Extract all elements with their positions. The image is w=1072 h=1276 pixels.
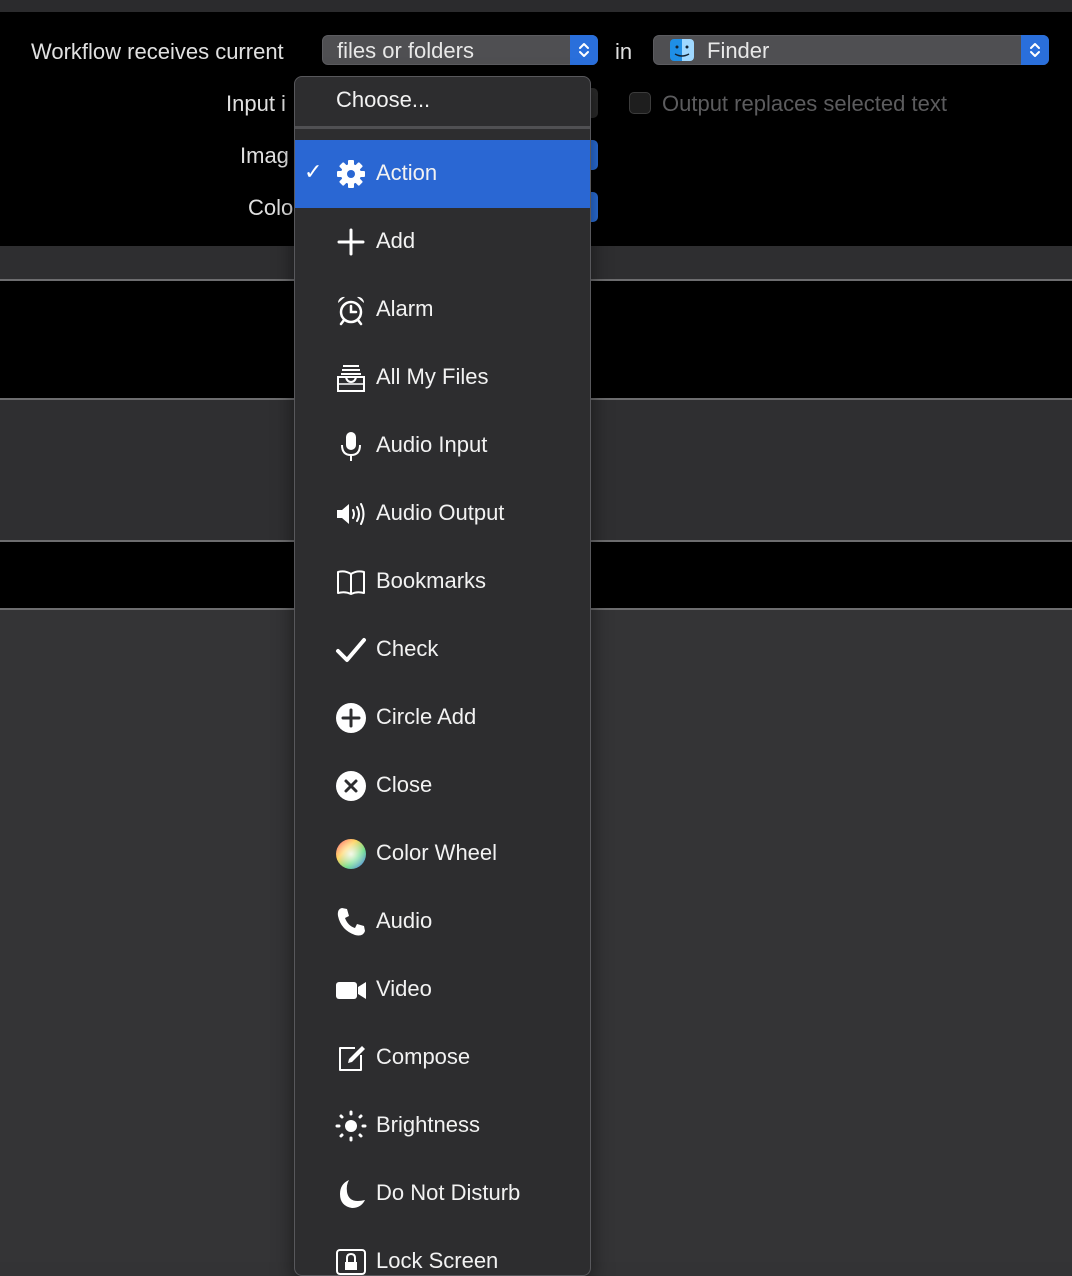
- menu-item-label: Bookmarks: [376, 568, 487, 593]
- menu-item-brightness[interactable]: Brightness: [295, 1092, 590, 1160]
- input-type-popup[interactable]: files or folders: [322, 35, 598, 65]
- menu-item-label: Color Wheel: [376, 840, 498, 865]
- sun-icon: [335, 1110, 367, 1142]
- application-popup[interactable]: Finder: [653, 35, 1049, 65]
- speaker-icon: [335, 498, 367, 530]
- menu-item-label: Audio: [376, 908, 433, 933]
- menu-item-label: Brightness: [376, 1112, 480, 1137]
- menu-item-color-wheel[interactable]: Color Wheel: [295, 820, 590, 888]
- menu-separator: [295, 126, 590, 129]
- menu-item-add[interactable]: Add: [295, 208, 590, 276]
- icon-picker-menu: Choose... ✓ Action Add Alarm All My File…: [294, 76, 591, 1276]
- input-is-label: Input i: [226, 91, 286, 116]
- finder-icon: [670, 39, 694, 61]
- menu-item-label: Alarm: [376, 296, 434, 321]
- menu-item-label: Compose: [376, 1044, 471, 1069]
- input-type-value: files or folders: [337, 38, 474, 63]
- menu-item-action[interactable]: ✓ Action: [295, 140, 590, 208]
- menu-item-audio-input[interactable]: Audio Input: [295, 412, 590, 480]
- workflow-receives-label: Workflow receives current: [31, 39, 284, 64]
- alarm-clock-icon: [335, 294, 367, 326]
- menu-item-close[interactable]: Close: [295, 752, 590, 820]
- menu-item-label: Add: [376, 228, 416, 253]
- open-book-icon: [335, 566, 367, 598]
- menu-item-bookmarks[interactable]: Bookmarks: [295, 548, 590, 616]
- lock-icon: [335, 1246, 367, 1275]
- gear-icon: [335, 158, 367, 190]
- menu-item-label: Lock Screen: [376, 1248, 499, 1273]
- microphone-icon: [335, 430, 367, 462]
- up-down-chevron-icon: [1021, 35, 1049, 65]
- color-wheel-icon: [335, 838, 367, 870]
- up-down-chevron-icon: [570, 35, 598, 65]
- menu-item-circle-add[interactable]: Circle Add: [295, 684, 590, 752]
- image-popup-edge[interactable]: [590, 140, 598, 170]
- plus-icon: [335, 226, 367, 258]
- output-replaces-checkbox[interactable]: [629, 92, 651, 114]
- menu-item-alarm[interactable]: Alarm: [295, 276, 590, 344]
- circle-plus-icon: [335, 702, 367, 734]
- menu-item-check[interactable]: Check: [295, 616, 590, 684]
- title-strip: [0, 0, 1072, 12]
- menu-item-label: Check: [376, 636, 439, 661]
- image-label: Imag: [240, 143, 289, 168]
- video-camera-icon: [335, 974, 367, 1006]
- menu-item-label: Audio Output: [376, 500, 505, 525]
- menu-item-lock-screen[interactable]: Lock Screen: [295, 1228, 590, 1275]
- color-popup-edge[interactable]: [590, 192, 598, 222]
- menu-item-video[interactable]: Video: [295, 956, 590, 1024]
- menu-item-label: Circle Add: [376, 704, 477, 729]
- in-label: in: [615, 39, 633, 64]
- menu-item-label: Close: [376, 772, 433, 797]
- menu-item-label: Do Not Disturb: [376, 1180, 521, 1205]
- choose-menu-item[interactable]: Choose...: [336, 87, 430, 113]
- menu-item-label: Video: [376, 976, 432, 1001]
- menu-item-label: Action: [376, 160, 438, 185]
- menu-item-compose[interactable]: Compose: [295, 1024, 590, 1092]
- file-tray-icon: [335, 362, 367, 394]
- checkmark-icon: [335, 634, 367, 666]
- menu-item-label: Audio Input: [376, 432, 488, 457]
- compose-icon: [335, 1042, 367, 1074]
- application-value: Finder: [707, 38, 770, 63]
- output-replaces-label: Output replaces selected text: [662, 91, 947, 116]
- menu-item-audio-output[interactable]: Audio Output: [295, 480, 590, 548]
- color-label: Colo: [248, 195, 294, 220]
- checkmark-icon: ✓: [304, 159, 323, 184]
- input-is-popup-edge[interactable]: [590, 88, 598, 118]
- menu-item-label: All My Files: [376, 364, 489, 389]
- menu-item-all-my-files[interactable]: All My Files: [295, 344, 590, 412]
- menu-item-audio[interactable]: Audio: [295, 888, 590, 956]
- circle-x-icon: [335, 770, 367, 802]
- phone-icon: [335, 906, 367, 938]
- menu-item-do-not-disturb[interactable]: Do Not Disturb: [295, 1160, 590, 1228]
- moon-icon: [335, 1178, 367, 1210]
